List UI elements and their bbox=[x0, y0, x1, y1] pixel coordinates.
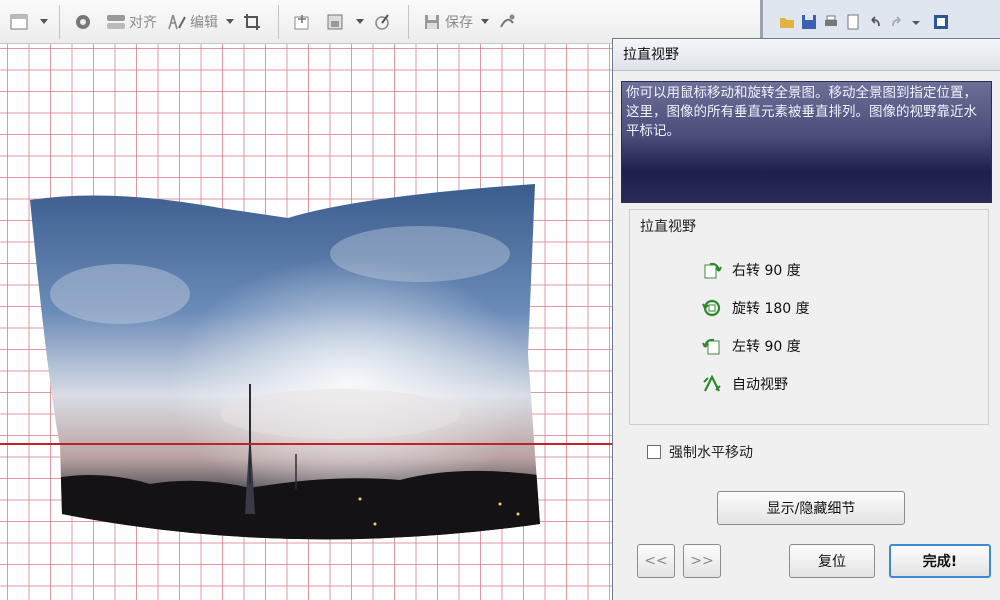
save-disk-icon bbox=[422, 12, 442, 32]
print-icon[interactable] bbox=[823, 14, 839, 30]
edit-label: 编辑 bbox=[190, 14, 218, 31]
group-title: 拉直视野 bbox=[640, 219, 696, 235]
force-horizontal-label: 强制水平移动 bbox=[669, 445, 753, 461]
share-icon bbox=[497, 12, 517, 32]
straighten-dialog: 拉直视野 你可以用鼠标移动和旋转全景图。移动全景图到指定位置，这里，图像的所有垂… bbox=[612, 38, 1000, 600]
straighten-group: 拉直视野 右转 90 度 旋转 180 度 左转 90 度 自动视野 bbox=[629, 209, 989, 425]
crop-icon bbox=[242, 12, 262, 32]
save-button[interactable]: 保存 bbox=[417, 7, 478, 37]
align-button[interactable]: 对齐 bbox=[101, 7, 162, 37]
align-icon bbox=[106, 12, 126, 32]
effects-button[interactable] bbox=[367, 7, 400, 37]
toolbar-separator bbox=[59, 4, 60, 39]
edit-pen-icon bbox=[167, 12, 187, 32]
rotate-left-icon bbox=[702, 336, 722, 356]
finish-button[interactable]: 完成! bbox=[889, 544, 991, 578]
rotate-left-90-label: 左转 90 度 bbox=[732, 339, 801, 355]
insert-image-icon bbox=[292, 12, 312, 32]
share-button[interactable] bbox=[492, 7, 525, 37]
force-horizontal-checkbox[interactable] bbox=[647, 445, 661, 459]
dialog-title: 拉直视野 bbox=[613, 39, 1000, 71]
export-image-icon bbox=[325, 12, 345, 32]
force-horizontal-option[interactable]: 强制水平移动 bbox=[647, 442, 753, 462]
gear-icon bbox=[73, 12, 93, 32]
previous-button[interactable]: << bbox=[637, 544, 675, 578]
export-button[interactable] bbox=[320, 7, 353, 37]
word-icon[interactable] bbox=[933, 14, 949, 30]
save-disk-icon[interactable] bbox=[801, 14, 817, 30]
stitch-button[interactable] bbox=[68, 7, 101, 37]
view-dropdown[interactable] bbox=[37, 7, 51, 37]
export-dropdown[interactable] bbox=[353, 7, 367, 37]
edit-dropdown[interactable] bbox=[223, 7, 237, 37]
undo-icon[interactable] bbox=[867, 14, 883, 30]
rotate-left-90-action[interactable]: 左转 90 度 bbox=[702, 334, 801, 358]
folder-icon[interactable] bbox=[779, 14, 795, 30]
crop-button[interactable] bbox=[237, 7, 270, 37]
panorama-canvas[interactable] bbox=[0, 44, 612, 600]
redo-icon[interactable] bbox=[889, 14, 905, 30]
auto-level-label: 自动视野 bbox=[732, 377, 788, 393]
dialog-description: 你可以用鼠标移动和旋转全景图。移动全景图到指定位置，这里，图像的所有垂直元素被垂… bbox=[621, 81, 992, 203]
save-label: 保存 bbox=[445, 14, 473, 31]
rotate-180-icon bbox=[702, 298, 722, 318]
next-button[interactable]: >> bbox=[683, 544, 721, 578]
rotate-right-90-action[interactable]: 右转 90 度 bbox=[702, 258, 801, 282]
align-label: 对齐 bbox=[129, 14, 157, 31]
reset-button[interactable]: 复位 bbox=[789, 544, 875, 578]
edit-button[interactable]: 编辑 bbox=[162, 7, 223, 37]
rotate-right-90-label: 右转 90 度 bbox=[732, 263, 801, 279]
save-dropdown[interactable] bbox=[478, 7, 492, 37]
document-icon[interactable] bbox=[845, 14, 861, 30]
horizon-marker-line[interactable] bbox=[0, 443, 612, 445]
toggle-details-button[interactable]: 显示/隐藏细节 bbox=[717, 491, 905, 525]
rotate-right-icon bbox=[702, 260, 722, 280]
auto-level-action[interactable]: 自动视野 bbox=[702, 372, 788, 396]
rotate-180-label: 旋转 180 度 bbox=[732, 301, 810, 317]
toolbar-separator bbox=[278, 4, 279, 39]
toolbar-separator bbox=[408, 4, 409, 39]
window-icon bbox=[9, 12, 29, 32]
insert-button[interactable] bbox=[287, 7, 320, 37]
auto-level-icon bbox=[702, 374, 722, 394]
magic-wand-icon bbox=[372, 12, 392, 32]
chevron-down-icon[interactable] bbox=[911, 14, 927, 30]
panorama-image[interactable] bbox=[30, 184, 545, 549]
view-button[interactable] bbox=[4, 7, 37, 37]
rotate-180-action[interactable]: 旋转 180 度 bbox=[702, 296, 810, 320]
